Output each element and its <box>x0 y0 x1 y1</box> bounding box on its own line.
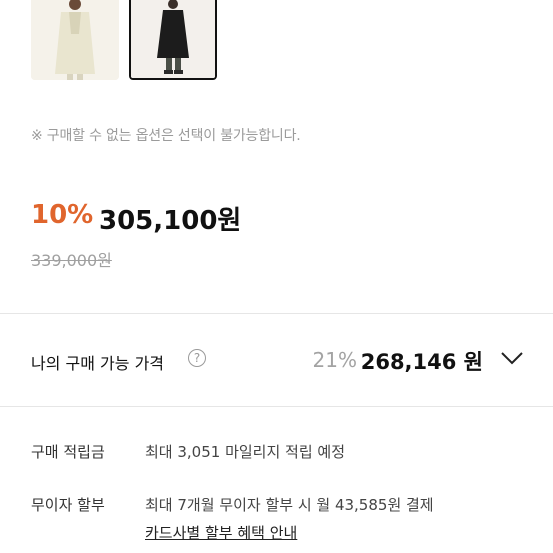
original-price: 339,000원 <box>31 251 112 270</box>
chevron-down-icon[interactable] <box>499 348 525 368</box>
model-black-coat-image <box>131 0 215 78</box>
installment-label: 무이자 할부 <box>31 496 105 514</box>
discount-rate: 10% <box>31 200 94 230</box>
my-price-value: 268,146 원 <box>360 350 483 374</box>
installment-value: 최대 7개월 무이자 할부 시 월 43,585원 결제 <box>145 496 434 514</box>
my-discount-rate: 21% <box>312 348 357 372</box>
thumbnail-ivory-coat[interactable] <box>31 0 119 80</box>
option-notice: ※ 구매할 수 없는 옵션은 선택이 불가능합니다. <box>31 128 301 144</box>
thumbnail-black-coat[interactable] <box>129 0 217 80</box>
card-installment-benefit-link[interactable]: 카드사별 할부 혜택 안내 <box>145 522 297 543</box>
my-price-row[interactable]: 나의 구매 가능 가격 ? 21% 268,146 원 <box>31 346 525 376</box>
sale-price: 305,100원 <box>99 206 242 236</box>
points-label: 구매 적립금 <box>31 443 105 461</box>
divider <box>0 313 553 314</box>
my-price-label: 나의 구매 가능 가격 <box>31 354 165 373</box>
points-value: 최대 3,051 마일리지 적립 예정 <box>145 443 346 461</box>
help-icon[interactable]: ? <box>188 349 206 367</box>
model-ivory-coat-image <box>31 0 119 80</box>
divider <box>0 406 553 407</box>
